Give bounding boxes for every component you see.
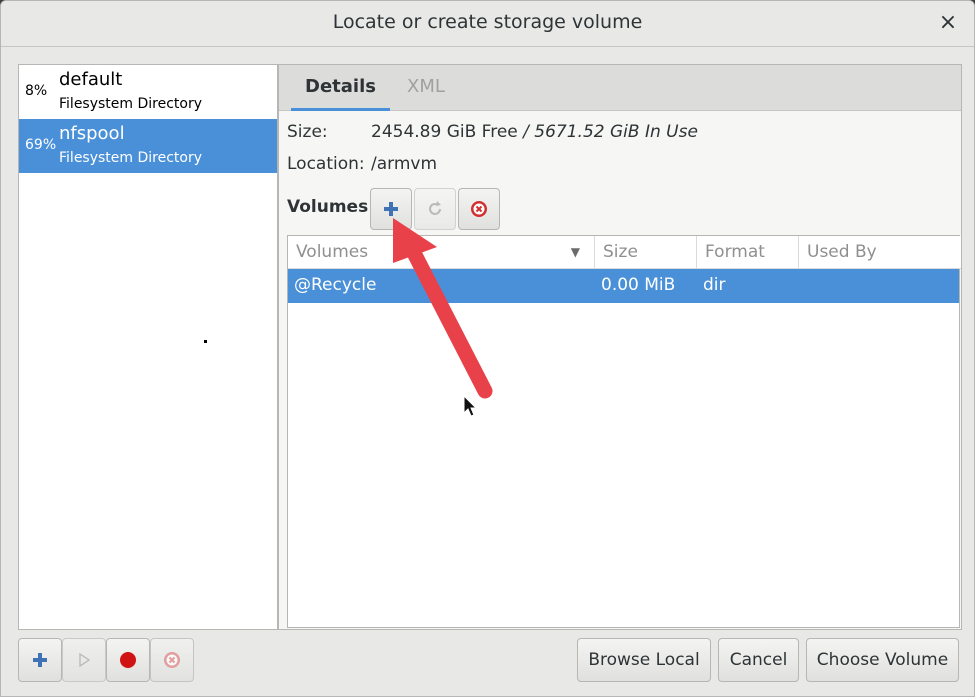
delete-pool-button[interactable] xyxy=(150,638,194,682)
pool-usage-percent: 8% xyxy=(25,83,48,99)
pool-name: nfspool xyxy=(59,123,125,144)
size-label: Size: xyxy=(287,122,328,142)
pool-details-panel: Details XML Size: 2454.89 GiB Free / 567… xyxy=(278,64,962,630)
table-row[interactable]: @Recycle 0.00 MiB dir xyxy=(288,269,959,303)
add-icon xyxy=(384,202,398,216)
size-free: 2454.89 GiB Free xyxy=(371,122,518,142)
pool-usage-percent: 69% xyxy=(25,137,57,153)
tab-xml[interactable]: XML xyxy=(393,65,459,111)
column-header-size[interactable]: Size xyxy=(595,236,697,269)
window-title: Locate or create storage volume xyxy=(332,11,643,33)
volume-format-cell: dir xyxy=(703,275,726,295)
column-header-volumes[interactable]: Volumes ▼ xyxy=(288,236,595,269)
tab-bar: Details XML xyxy=(279,65,961,111)
volumes-table: Volumes ▼ Size Format Used By @Recycle 0… xyxy=(287,235,961,628)
add-pool-button[interactable] xyxy=(18,638,62,682)
pool-type: Filesystem Directory xyxy=(59,96,203,112)
cancel-button[interactable]: Cancel xyxy=(718,638,799,682)
volume-name-cell: @Recycle xyxy=(294,275,377,295)
start-pool-button[interactable] xyxy=(62,638,106,682)
pool-type: Filesystem Directory xyxy=(59,150,203,166)
mouse-cursor-icon xyxy=(463,395,478,417)
add-icon xyxy=(33,653,47,667)
delete-icon xyxy=(471,201,487,217)
size-in-use: 5671.52 GiB In Use xyxy=(534,122,698,142)
pool-list: 8% default Filesystem Directory 69% nfsp… xyxy=(18,64,278,630)
volume-size-cell: 0.00 MiB xyxy=(601,275,676,295)
sort-descending-icon: ▼ xyxy=(570,245,580,259)
add-volume-button[interactable] xyxy=(370,188,412,230)
pool-item-nfspool[interactable]: 69% nfspool Filesystem Directory xyxy=(19,119,277,173)
refresh-icon xyxy=(429,201,441,215)
size-separator: / xyxy=(517,122,535,142)
volumes-label: Volumes xyxy=(287,197,369,217)
play-icon xyxy=(79,652,91,668)
column-header-format[interactable]: Format xyxy=(697,236,799,269)
storage-volume-dialog: Locate or create storage volume × 8% def… xyxy=(0,0,975,697)
delete-volume-button[interactable] xyxy=(458,188,500,230)
tab-details[interactable]: Details xyxy=(291,65,390,111)
pool-name: default xyxy=(59,69,123,90)
record-stop-icon xyxy=(120,652,136,668)
location-label: Location: xyxy=(287,154,365,174)
delete-icon xyxy=(164,652,180,668)
location-value: /armvm xyxy=(371,154,438,174)
browse-local-button[interactable]: Browse Local xyxy=(577,638,711,682)
column-header-used-by[interactable]: Used By xyxy=(799,236,961,269)
close-icon[interactable]: × xyxy=(936,10,960,36)
pool-item-default[interactable]: 8% default Filesystem Directory xyxy=(19,65,277,119)
size-value: 2454.89 GiB Free / 5671.52 GiB In Use xyxy=(371,122,698,142)
choose-volume-button[interactable]: Choose Volume xyxy=(806,638,959,682)
stray-dot xyxy=(204,340,207,343)
titlebar: Locate or create storage volume × xyxy=(1,1,974,47)
refresh-volumes-button[interactable] xyxy=(414,188,456,230)
stop-pool-button[interactable] xyxy=(106,638,150,682)
